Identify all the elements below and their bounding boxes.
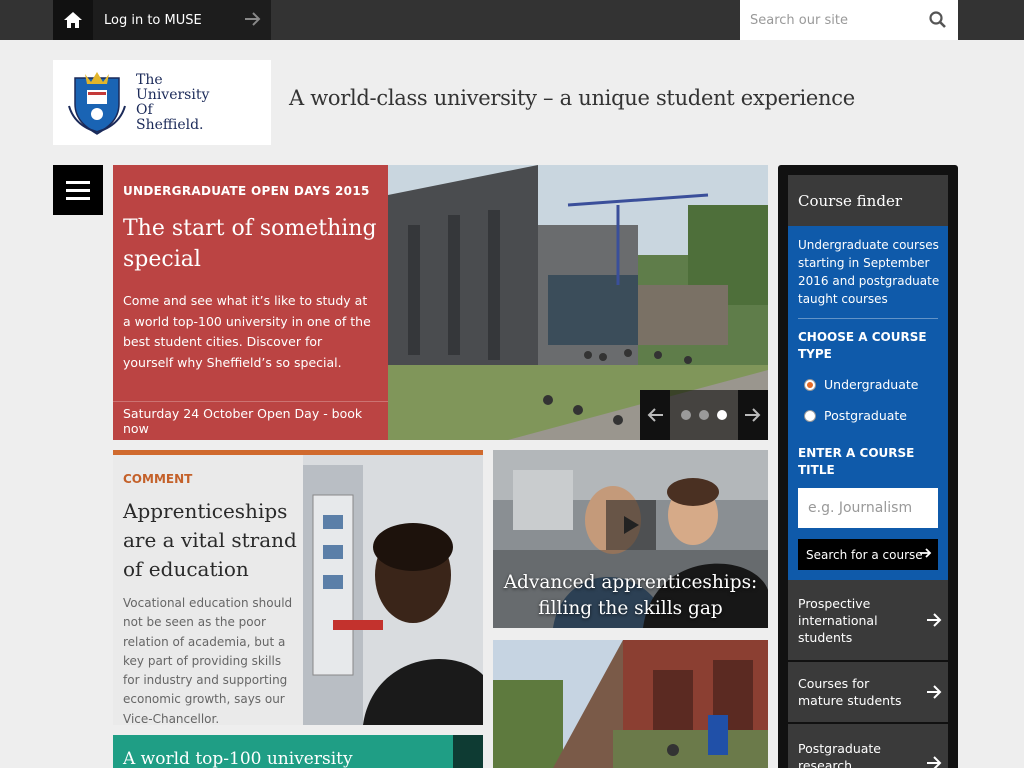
comment-card[interactable]: COMMENT Apprenticeships are a vital stra… — [113, 450, 483, 725]
arrow-right-icon — [920, 548, 932, 558]
login-label: Log in to MUSE — [104, 12, 202, 28]
ivy-building-photo — [493, 640, 768, 768]
course-finder-heading: Course finder — [788, 175, 948, 226]
carousel-controls — [640, 390, 768, 440]
link-label: Postgraduate research — [798, 741, 881, 768]
logo-wordmark: The University Of Sheffield. — [136, 73, 209, 133]
arrow-right-icon — [245, 12, 261, 26]
home-icon — [64, 12, 82, 28]
logo-line: The — [136, 72, 163, 88]
search-input[interactable] — [740, 0, 920, 40]
course-type-heading: CHOOSE A COURSE TYPE — [798, 330, 927, 361]
logo-line: University — [136, 87, 210, 103]
home-button[interactable] — [53, 0, 93, 40]
ranking-card-accent — [453, 735, 483, 768]
search-course-label: Search for a course — [806, 547, 923, 562]
hero-kicker: UNDERGRADUATE OPEN DAYS 2015 — [123, 184, 370, 198]
radio-button[interactable] — [804, 409, 816, 422]
radio-postgraduate[interactable]: Postgraduate — [804, 408, 907, 423]
comment-kicker: COMMENT — [123, 472, 193, 486]
hero-feature-panel[interactable]: UNDERGRADUATE OPEN DAYS 2015 The start o… — [113, 165, 388, 440]
crest-icon — [68, 72, 126, 135]
ranking-card-title: A world top-100 university — [123, 749, 353, 768]
video-play-button[interactable] — [606, 500, 656, 550]
search-course-button[interactable]: Search for a course — [798, 539, 938, 570]
arrow-right-icon — [745, 408, 761, 422]
campus-photo-card[interactable] — [493, 640, 768, 768]
course-title-heading: ENTER A COURSE TITLE — [798, 446, 915, 477]
site-search — [740, 0, 958, 40]
hero-book-link[interactable]: Saturday 24 October Open Day - book now — [113, 401, 388, 440]
radio-label: Postgraduate — [824, 408, 907, 423]
logo-line: Sheffield. — [136, 117, 204, 133]
arrow-right-icon — [927, 756, 942, 768]
carousel-next-button[interactable] — [738, 390, 768, 440]
comment-body: Vocational education should not be seen … — [123, 596, 293, 725]
carousel-dot-active[interactable] — [717, 410, 727, 420]
university-logo[interactable]: The University Of Sheffield. — [53, 60, 271, 145]
hero-title: The start of something special — [123, 216, 377, 272]
logo-line: Of — [136, 102, 153, 118]
course-finder-form: Undergraduate courses starting in Septem… — [788, 226, 948, 580]
course-title-input[interactable] — [798, 488, 938, 528]
carousel-dot[interactable] — [681, 410, 691, 420]
hamburger-icon-bar — [66, 180, 90, 184]
hamburger-icon-bar — [66, 188, 90, 192]
arrow-left-icon — [647, 408, 663, 422]
link-international-students[interactable]: Prospective international students — [788, 580, 948, 660]
link-label: Prospective international students — [798, 595, 878, 645]
arrow-right-icon — [927, 613, 942, 627]
menu-button[interactable] — [53, 165, 103, 215]
hero-body: Come and see what it’s like to study at … — [123, 293, 371, 370]
carousel-dot[interactable] — [699, 410, 709, 420]
login-link[interactable]: Log in to MUSE — [93, 0, 271, 40]
hero-carousel: UNDERGRADUATE OPEN DAYS 2015 The start o… — [113, 165, 768, 440]
ranking-card[interactable]: A world top-100 university — [113, 735, 483, 768]
link-label: Courses for mature students — [798, 676, 902, 708]
search-icon[interactable] — [929, 11, 946, 28]
divider — [798, 318, 938, 319]
play-icon — [624, 516, 639, 534]
hamburger-icon-bar — [66, 196, 90, 200]
comment-title: Apprenticeships are a vital strand of ed… — [123, 499, 297, 581]
site-tagline: A world-class university – a unique stud… — [289, 86, 855, 110]
arrow-right-icon — [927, 685, 942, 699]
video-card[interactable]: Advanced apprenticeships: filling the sk… — [493, 450, 768, 628]
link-postgraduate-research[interactable]: Postgraduate research — [788, 724, 948, 768]
course-finder-description: Undergraduate courses starting in Septem… — [798, 238, 940, 306]
apprentice-photo — [303, 455, 483, 725]
video-title: Advanced apprenticeships: filling the sk… — [503, 572, 758, 619]
radio-button[interactable] — [804, 378, 816, 391]
carousel-prev-button[interactable] — [640, 390, 670, 440]
radio-undergraduate[interactable]: Undergraduate — [804, 377, 918, 392]
link-mature-students[interactable]: Courses for mature students — [788, 662, 948, 722]
top-bar: Log in to MUSE — [0, 0, 1024, 40]
radio-label: Undergraduate — [824, 377, 919, 392]
